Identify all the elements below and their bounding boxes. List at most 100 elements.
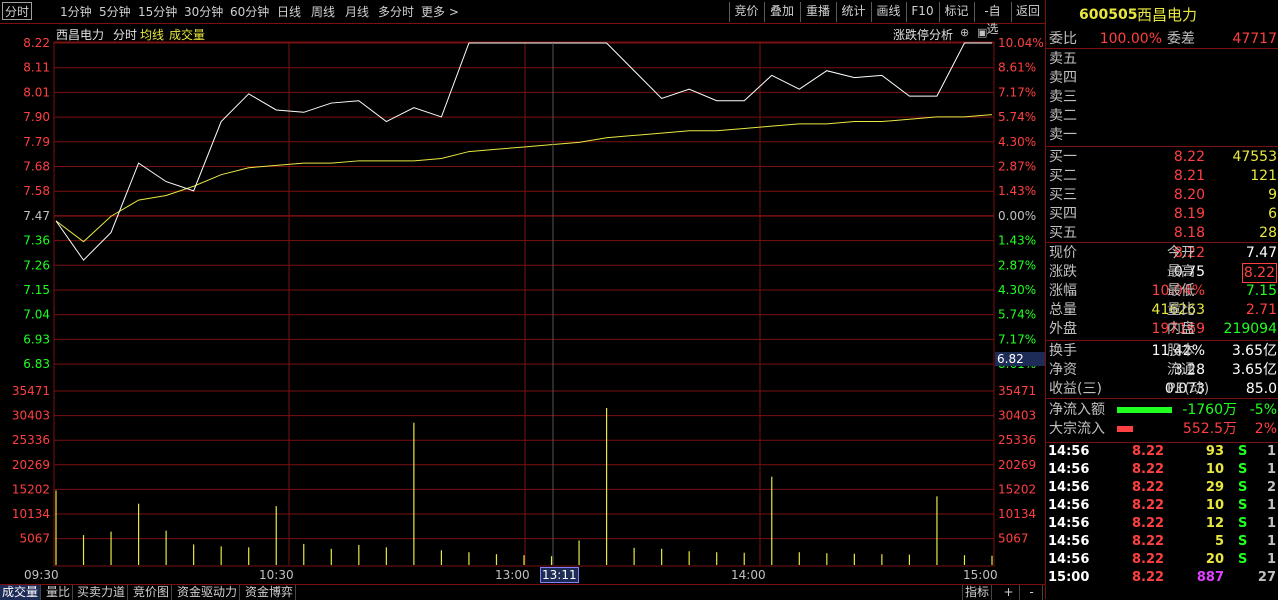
quote-value: 8.22: [1241, 263, 1277, 283]
cursor-price-label: 6.82: [997, 352, 1024, 366]
tab-volume[interactable]: 成交量: [0, 585, 42, 600]
bid-label: 买三: [1049, 187, 1077, 203]
fund-flow-bar: [1117, 407, 1172, 413]
pct-tick-label: 8.61%: [998, 61, 1036, 75]
quote-row: 总量 416263 量比 2.71: [1049, 301, 1277, 319]
tick-side: S: [1238, 444, 1248, 459]
volume-tick-label: 35471: [12, 384, 50, 398]
trade-tick-row: 14:56 8.22 20 S 1: [1048, 551, 1276, 569]
fund-flow-value: -1760万: [1182, 402, 1237, 418]
tab-volume-ratio[interactable]: 量比: [44, 585, 74, 600]
tick-volume: 10: [1205, 498, 1224, 513]
pct-tick-label: 1.43%: [998, 234, 1036, 248]
quote-panel: 600505 西昌电力 委比 100.00% 委差 47717 卖五 卖四 卖三…: [1045, 0, 1278, 599]
tab-fund-drive[interactable]: 资金驱动力: [175, 585, 241, 600]
tab-auction-chart[interactable]: 竞价图: [131, 585, 173, 600]
tick-side: S: [1238, 480, 1248, 495]
price-tick-label: 6.83: [23, 357, 50, 371]
quote-label: 最高: [1167, 264, 1195, 280]
bid-volume: 47553: [1232, 149, 1277, 165]
tick-price: 8.22: [1132, 480, 1165, 495]
quote-label: 最低: [1167, 283, 1195, 299]
volume-tick-label: 25336: [998, 433, 1036, 447]
volume-tick-label: 10134: [12, 507, 50, 521]
cursor-time-label: 13:11: [540, 567, 579, 583]
quote-label: 总量: [1049, 302, 1077, 318]
tick-volume: 93: [1205, 444, 1224, 459]
price-tick-label: 7.36: [23, 234, 50, 248]
tick-time: 14:56: [1048, 480, 1090, 495]
pct-tick-label: 4.30%: [998, 283, 1036, 297]
bid-label: 买五: [1049, 225, 1077, 241]
stock-code: 600505: [1079, 7, 1138, 23]
price-tick-label: 8.01: [23, 85, 50, 99]
indicator-tabs: 成交量 量比 买卖力道 竞价图 资金驱动力 资金博弈 指标 + -: [0, 584, 1045, 600]
tick-price: 8.22: [1132, 444, 1165, 459]
tick-volume: 887: [1196, 570, 1224, 585]
time-label-1400: 14:00: [731, 568, 766, 582]
tick-price: 8.22: [1132, 534, 1165, 549]
price-tick-label: 7.68: [23, 160, 50, 174]
pct-tick-label: 2.87%: [998, 160, 1036, 174]
tick-count: 1: [1266, 462, 1276, 477]
tick-time: 14:56: [1048, 534, 1090, 549]
quote-value: 7.15: [1245, 283, 1277, 299]
zoom-out-button[interactable]: -: [1021, 585, 1043, 600]
trade-tick-row: 14:56 8.22 93 S 1: [1048, 443, 1276, 461]
tick-price: 8.22: [1132, 552, 1165, 567]
tick-price: 8.22: [1132, 498, 1165, 513]
price-tick-label: 8.22: [23, 36, 50, 50]
indicator-button[interactable]: 指标: [962, 585, 993, 600]
pct-tick-label: 5.74%: [998, 110, 1036, 124]
price-tick-label: 7.04: [23, 308, 50, 322]
fund-flow-bar: [1117, 426, 1133, 432]
tick-count: 1: [1266, 552, 1276, 567]
tick-volume: 29: [1205, 480, 1224, 495]
intraday-chart[interactable]: 8.22 10.04% 8.11 8.61% 8.01 7.17% 7.90 5.74% 7.7…: [0, 0, 1045, 599]
volume-tick-label: 20269: [998, 458, 1036, 472]
ask-label: 卖四: [1049, 70, 1077, 86]
price-tick-label: 7.58: [23, 184, 50, 198]
tab-buy-sell-force[interactable]: 买卖力道: [75, 585, 129, 600]
bid-price: 8.19: [1173, 206, 1205, 222]
weicha-value: 47717: [1232, 31, 1277, 47]
tick-count: 27: [1257, 570, 1276, 585]
volume-tick-label: 30403: [998, 409, 1036, 423]
tick-volume: 12: [1205, 516, 1224, 531]
quote-label: 涨幅: [1049, 283, 1077, 299]
volume-tick-label: 20269: [12, 458, 50, 472]
pct-tick-label: 5.74%: [998, 308, 1036, 322]
quote-value: 7.47: [1245, 245, 1277, 261]
price-tick-label: 7.47: [23, 209, 50, 223]
tick-side: S: [1238, 516, 1248, 531]
tick-count: 1: [1266, 498, 1276, 513]
tab-fund-game[interactable]: 资金博弈: [243, 585, 297, 600]
price-line: [55, 42, 992, 261]
bid-row: 买五 8.18 28: [1049, 224, 1277, 242]
ask-row: 卖三: [1049, 88, 1277, 106]
tick-side: S: [1238, 462, 1248, 477]
price-tick-label: 8.11: [23, 61, 50, 75]
tick-time: 14:56: [1048, 552, 1090, 567]
stats-label: 股本: [1167, 343, 1195, 359]
trade-tick-row: 14:56 8.22 5 S 1: [1048, 533, 1276, 551]
pct-tick-label: 10.04%: [998, 36, 1044, 50]
stats-label: PE(动): [1167, 381, 1210, 397]
zoom-in-button[interactable]: +: [998, 585, 1020, 600]
quote-value: 2.71: [1245, 302, 1277, 318]
bid-price: 8.20: [1173, 187, 1205, 203]
tick-price: 8.22: [1132, 516, 1165, 531]
ask-row: 卖二: [1049, 107, 1277, 125]
chart-frame: [53, 41, 995, 567]
time-label-1300: 13:00: [495, 568, 530, 582]
ask-label: 卖二: [1049, 108, 1077, 124]
fund-flow-value: 552.5万: [1182, 421, 1237, 437]
tick-count: 1: [1266, 516, 1276, 531]
tick-time: 14:56: [1048, 462, 1090, 477]
price-tick-label: 7.26: [23, 258, 50, 272]
bid-label: 买四: [1049, 206, 1077, 222]
volume-tick-label: 25336: [12, 433, 50, 447]
quote-label: 外盘: [1049, 321, 1077, 337]
pct-tick-label: 2.87%: [998, 258, 1036, 272]
stats-row: 换手 11.42% 股本 3.65亿: [1049, 342, 1277, 360]
